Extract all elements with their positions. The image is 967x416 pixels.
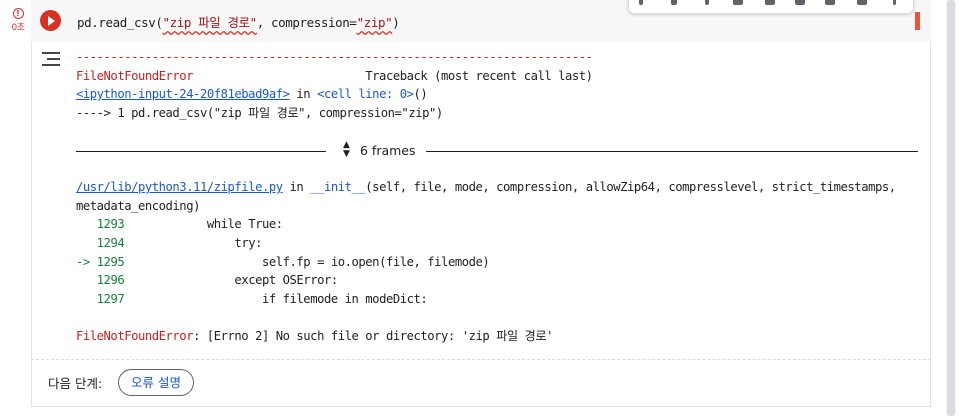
init-args-cont: metadata_encoding) [76, 198, 200, 213]
init-args: (self, file, mode, compression, allowZip… [365, 180, 896, 195]
code-input-line[interactable]: pd.read_csv("zip 파일 경로", compression="zi… [77, 12, 400, 31]
dash-line: ----------------------------------------… [76, 50, 593, 64]
more-icon[interactable] [893, 0, 896, 5]
error-output: ----------------------------------------… [76, 48, 926, 346]
code-suffix: ) [392, 15, 400, 30]
run-cell-button[interactable] [40, 10, 61, 31]
in-text: in [289, 87, 318, 102]
expand-collapse-icon[interactable]: ▲ ▼ [343, 141, 353, 159]
final-error-name: FileNotFoundError [76, 328, 194, 343]
frames-line-right [426, 151, 918, 152]
code-string-arg2: "zip" [356, 15, 393, 30]
traceback-header: Traceback (most recent call last) [193, 68, 593, 83]
comment-icon[interactable] [765, 0, 775, 5]
source-line: 1294 try: [96, 235, 263, 250]
zipfile-link[interactable]: /usr/lib/python3.11/zipfile.py [76, 180, 283, 194]
link-icon[interactable] [733, 0, 743, 5]
cell-status: ! 0초 [10, 8, 26, 33]
code-string-arg: "zip 파일 경로" [162, 15, 258, 30]
arrow-icon[interactable] [705, 0, 709, 5]
trash-icon[interactable] [857, 0, 867, 5]
output-toggle-icon[interactable] [40, 48, 62, 70]
error-name: FileNotFoundError [76, 68, 194, 83]
move-up-icon[interactable] [639, 0, 643, 5]
source-line-current: -> 1295 self.fp = io.open(file, filemode… [76, 254, 490, 269]
explain-error-button[interactable]: 오류 설명 [118, 369, 194, 396]
notebook-page: ! 0초 pd.read_csv("zip 파일 경로", compressio… [0, 0, 967, 416]
init-in: in [282, 180, 311, 195]
source-line: 1296 except OSError: [96, 273, 339, 288]
next-steps-divider [31, 359, 931, 360]
tab-icon[interactable] [825, 0, 835, 5]
scrollbar-thumb[interactable] [947, 0, 955, 416]
cell-line-paren: () [413, 87, 428, 102]
next-steps-label: 다음 단계: [48, 376, 103, 391]
final-error-message: : [Errno 2] No such file or directory: '… [193, 328, 553, 343]
code-prefix: pd.read_csv( [77, 15, 163, 30]
frames-label[interactable]: 6 frames [360, 143, 416, 158]
execution-time: 0초 [11, 23, 25, 33]
error-indicator-bar [915, 12, 920, 30]
frames-line-left [76, 151, 326, 152]
cell-line-text: <cell line: 0> [317, 87, 414, 102]
error-status-icon: ! [12, 8, 24, 19]
source-line: 1297 if filemode in modeDict: [96, 291, 428, 306]
code-mid: , compression= [256, 15, 357, 30]
arrow-line: ----> 1 pd.read_csv("zip 파일 경로", compres… [76, 105, 443, 120]
move-down-icon[interactable] [671, 0, 677, 5]
frames-toggle[interactable]: ▲ ▼ 6 frames [76, 141, 918, 161]
source-line: 1293 while True: [96, 217, 283, 232]
init-func: __init__ [310, 180, 366, 195]
cell-toolbar [628, 0, 914, 14]
gear-icon[interactable] [795, 0, 805, 5]
ipython-input-link[interactable]: <ipython-input-24-20f81ebad9af> [76, 87, 290, 101]
